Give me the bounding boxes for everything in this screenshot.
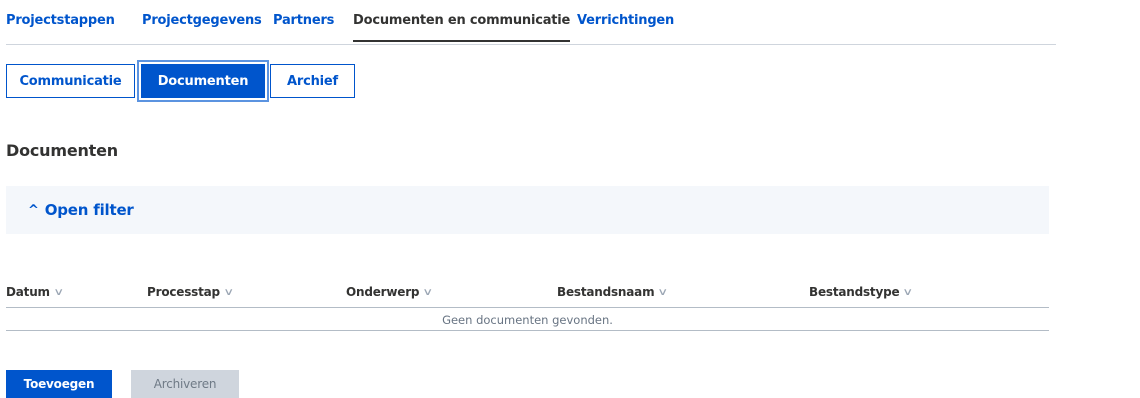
chevron-down-icon: ∨ [422,286,434,298]
column-header-bestandstype[interactable]: Bestandstype ∨ [809,285,914,299]
subtab-communicatie[interactable]: Communicatie [6,64,135,98]
column-header-label: Datum [6,285,50,299]
subtab-archief[interactable]: Archief [270,64,355,98]
tab-projectgegevens[interactable]: Projectgegevens [142,13,262,28]
column-header-datum[interactable]: Datum ∨ [6,285,64,299]
open-filter-label: Open filter [44,201,134,219]
chevron-down-icon: ∨ [53,286,64,298]
subtab-documenten[interactable]: Documenten [141,64,265,98]
column-header-label: Bestandstype [809,285,900,299]
chevron-down-icon: ∨ [902,286,914,298]
column-header-processtap[interactable]: Processtap ∨ [147,285,234,299]
filter-panel: ^ Open filter [6,186,1049,234]
empty-table-message: Geen documenten gevonden. [442,313,613,327]
open-filter-toggle[interactable]: ^ Open filter [28,201,134,219]
chevron-up-icon: ^ [28,202,39,218]
main-tab-bar: Projectstappen Projectgegevens Partners … [6,0,1056,45]
column-header-label: Processtap [147,285,220,299]
column-header-onderwerp[interactable]: Onderwerp ∨ [346,285,434,299]
section-title: Documenten [6,141,118,160]
table-header-divider [6,307,1049,308]
archive-button: Archiveren [131,370,239,398]
tab-documenten-en-communicatie[interactable]: Documenten en communicatie [353,13,570,42]
tab-verrichtingen[interactable]: Verrichtingen [577,13,674,28]
tab-partners[interactable]: Partners [273,13,334,28]
chevron-down-icon: ∨ [657,286,669,298]
chevron-down-icon: ∨ [223,286,234,298]
table-bottom-divider [6,330,1049,331]
add-document-button[interactable]: Toevoegen [6,370,112,398]
tab-projectstappen[interactable]: Projectstappen [6,13,115,28]
column-header-label: Bestandsnaam [557,285,655,299]
column-header-label: Onderwerp [346,285,420,299]
column-header-bestandsnaam[interactable]: Bestandsnaam ∨ [557,285,669,299]
